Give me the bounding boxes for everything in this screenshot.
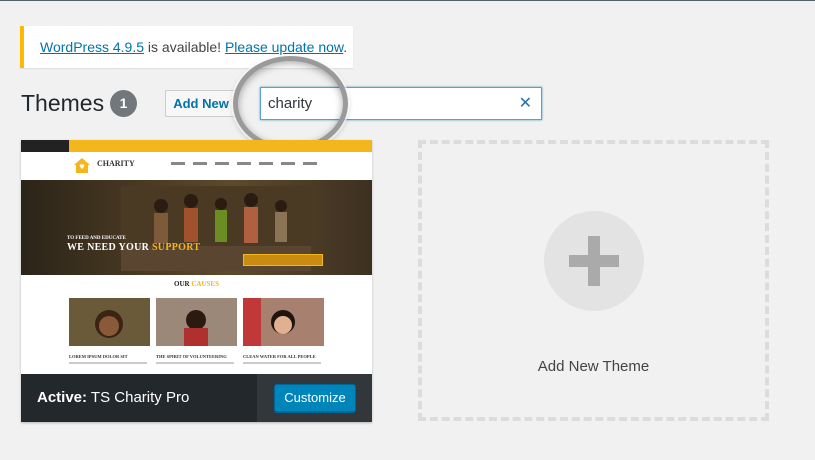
cause-image bbox=[243, 298, 324, 346]
cause-image bbox=[69, 298, 150, 346]
notice-end: . bbox=[343, 39, 348, 55]
causes-heading: OUR CAUSES bbox=[174, 280, 219, 288]
hero-button bbox=[243, 254, 323, 266]
active-theme-card[interactable]: CHARITY TO FEED AND EDUCATE WE NEED YOUR… bbox=[21, 140, 372, 422]
notice-text: is available! bbox=[144, 39, 225, 55]
preview-nav-links bbox=[171, 162, 317, 165]
theme-count-badge: 1 bbox=[110, 90, 137, 117]
hero-subtitle: TO FEED AND EDUCATE bbox=[67, 236, 126, 241]
add-new-button[interactable]: Add New bbox=[165, 90, 237, 117]
cause-caption: LOREM IPSUM DOLOR SIT bbox=[69, 354, 128, 359]
cause-item: THE SPIRIT OF VOLUNTEERING bbox=[156, 298, 237, 364]
wordpress-version-link[interactable]: WordPress 4.9.5 bbox=[40, 39, 144, 55]
update-now-link[interactable]: Please update now bbox=[225, 39, 343, 55]
search-value: charity bbox=[268, 95, 313, 112]
preview-logo-text: CHARITY bbox=[97, 159, 135, 168]
cause-caption: THE SPIRIT OF VOLUNTEERING bbox=[156, 354, 227, 359]
add-new-theme-label: Add New Theme bbox=[537, 358, 650, 375]
cause-image bbox=[156, 298, 237, 346]
add-new-theme-card[interactable]: Add New Theme bbox=[418, 140, 769, 421]
theme-name-bar: Active: TS Charity Pro Customize bbox=[21, 374, 372, 422]
customize-button[interactable]: Customize bbox=[274, 384, 356, 412]
charity-logo-icon bbox=[74, 158, 90, 173]
plus-icon[interactable] bbox=[544, 211, 644, 311]
preview-topbar bbox=[21, 140, 372, 152]
close-icon[interactable]: ✕ bbox=[519, 95, 532, 113]
cause-item: LOREM IPSUM DOLOR SIT bbox=[69, 298, 150, 364]
theme-search-input[interactable]: charity ✕ bbox=[260, 87, 542, 120]
update-notice: WordPress 4.9.5 is available! Please upd… bbox=[20, 26, 353, 68]
preview-nav: CHARITY bbox=[21, 152, 372, 180]
preview-hero: TO FEED AND EDUCATE WE NEED YOUR SUPPORT bbox=[21, 180, 372, 275]
page-title: Themes bbox=[21, 90, 105, 116]
theme-screenshot[interactable]: CHARITY TO FEED AND EDUCATE WE NEED YOUR… bbox=[21, 140, 372, 374]
cause-caption: CLEAN WATER FOR ALL PEOPLE bbox=[243, 354, 316, 359]
causes-list: LOREM IPSUM DOLOR SIT THE SPIRIT OF VOLU… bbox=[69, 298, 324, 364]
active-theme-name: Active: TS Charity Pro bbox=[37, 389, 190, 406]
cause-item: CLEAN WATER FOR ALL PEOPLE bbox=[243, 298, 324, 364]
hero-title: WE NEED YOUR SUPPORT bbox=[67, 242, 201, 253]
